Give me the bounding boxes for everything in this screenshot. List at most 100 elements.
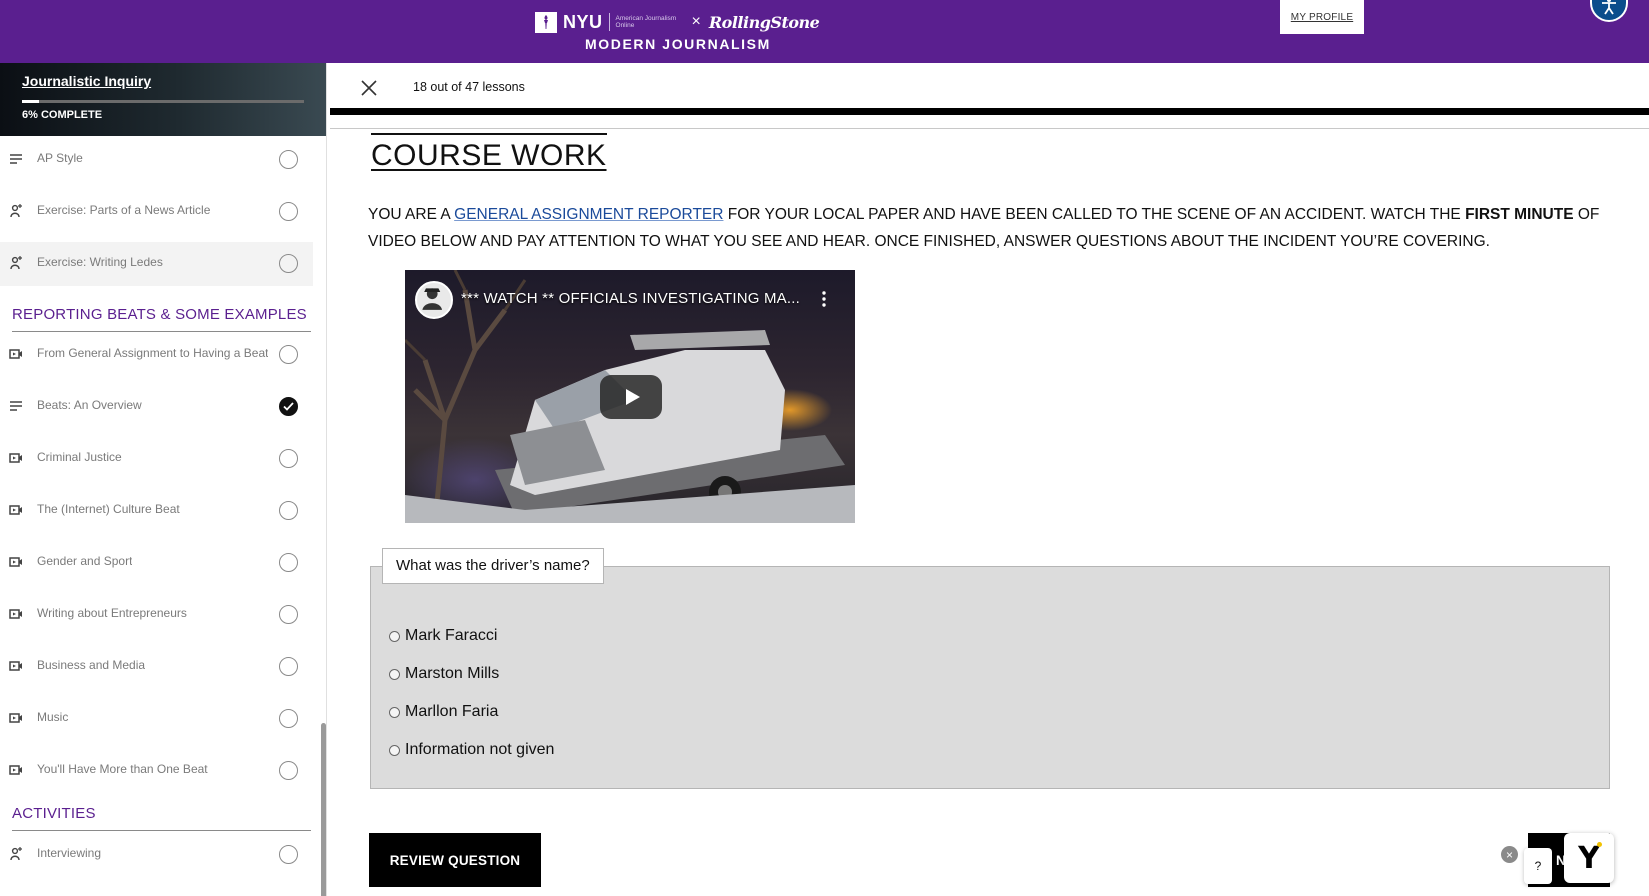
answer-option[interactable]: Mark Faracci	[389, 625, 497, 647]
app: NYU American Journalism Online × Rolling…	[0, 0, 1649, 896]
course-header: Journalistic Inquiry 6% COMPLETE	[0, 63, 326, 136]
more-options-icon[interactable]	[822, 290, 826, 308]
video-lesson-icon	[9, 607, 23, 621]
sidebar-lesson-item[interactable]: Gender and Sport	[0, 541, 313, 585]
sidebar-lesson-item[interactable]: Interviewing	[0, 833, 313, 877]
nyu-text: NYU	[563, 11, 603, 32]
lesson-name: You'll Have More than One Beat	[37, 762, 208, 776]
lesson-name: Criminal Justice	[37, 450, 122, 464]
answer-option[interactable]: Marston Mills	[389, 663, 499, 685]
section-divider	[12, 331, 311, 332]
video-lesson-icon	[9, 763, 23, 777]
video-lesson-icon	[9, 659, 23, 673]
course-progress-bar	[22, 100, 304, 103]
completed-check-icon[interactable]	[279, 397, 298, 416]
radio-button[interactable]	[389, 668, 400, 680]
answer-label: Information not given	[405, 741, 555, 758]
brand-logo[interactable]: NYU American Journalism Online × Rolling…	[535, 8, 825, 58]
video-lesson-icon	[9, 555, 23, 569]
incomplete-circle-icon[interactable]	[279, 709, 298, 728]
close-icon[interactable]	[359, 78, 379, 98]
course-sidebar: Journalistic Inquiry 6% COMPLETE AP Styl…	[0, 63, 327, 896]
chat-widget-button[interactable]: Y	[1564, 833, 1614, 883]
incomplete-circle-icon[interactable]	[279, 605, 298, 624]
accessibility-icon[interactable]	[1590, 0, 1628, 22]
play-icon[interactable]	[600, 375, 662, 419]
sidebar-lesson-item[interactable]: Business and Media	[0, 645, 313, 689]
text-lesson-icon	[9, 152, 23, 166]
incomplete-circle-icon[interactable]	[279, 150, 298, 169]
sidebar-lesson-item[interactable]: Music	[0, 697, 313, 741]
general-assignment-reporter-link[interactable]: GENERAL ASSIGNMENT REPORTER	[454, 206, 723, 223]
page-title: COURSE WORK	[371, 133, 607, 172]
lesson-name: From General Assignment to Having a Beat	[37, 346, 269, 360]
close-widget-icon[interactable]: ×	[1501, 846, 1518, 863]
my-profile-button[interactable]: MY PROFILE	[1280, 0, 1364, 34]
lesson-name: Interviewing	[37, 846, 102, 860]
intro-bold-text: FIRST MINUTE	[1465, 206, 1574, 223]
times-glyph: ×	[691, 13, 701, 30]
answer-option[interactable]: Marllon Faria	[389, 701, 498, 723]
lesson-name: Beats: An Overview	[37, 398, 142, 412]
help-button[interactable]: ?	[1524, 848, 1552, 884]
incomplete-circle-icon[interactable]	[279, 345, 298, 364]
top-header: NYU American Journalism Online × Rolling…	[0, 0, 1649, 63]
channel-avatar[interactable]	[415, 281, 453, 319]
partner-text: American Journalism Online	[615, 15, 677, 29]
rolling-stone-logo: RollingStone	[708, 12, 820, 32]
answer-option[interactable]: Information not given	[389, 739, 554, 761]
video-player[interactable]: *** WATCH ** OFFICIALS INVESTIGATING MA.…	[405, 270, 855, 523]
sidebar-lesson-item[interactable]: You'll Have More than One Beat	[0, 749, 313, 793]
divider	[330, 128, 1649, 129]
incomplete-circle-icon[interactable]	[279, 202, 298, 221]
video-lesson-icon	[9, 347, 23, 361]
answer-label: Marston Mills	[405, 665, 500, 682]
course-progress-label: 6% COMPLETE	[22, 109, 103, 121]
video-lesson-icon	[9, 451, 23, 465]
quiz-question-box: Mark Faracci Marston Mills Marllon Faria In…	[370, 566, 1610, 789]
review-question-button[interactable]: REVIEW QUESTION	[369, 833, 541, 887]
incomplete-circle-icon[interactable]	[279, 657, 298, 676]
lesson-name: Music	[37, 710, 69, 724]
brand-divider	[608, 13, 610, 31]
video-lesson-icon	[9, 711, 23, 725]
incomplete-circle-icon[interactable]	[279, 501, 298, 520]
intro-text: YOU ARE A	[368, 206, 455, 223]
lesson-name: Gender and Sport	[37, 554, 133, 568]
sidebar-lesson-item[interactable]: Writing about Entrepreneurs	[0, 593, 313, 637]
incomplete-circle-icon[interactable]	[279, 845, 298, 864]
lesson-name: Exercise: Parts of a News Article	[37, 203, 211, 217]
answer-label: Marllon Faria	[405, 703, 499, 720]
incomplete-circle-icon[interactable]	[279, 761, 298, 780]
radio-button[interactable]	[389, 744, 400, 756]
section-heading: REPORTING BEATS & SOME EXAMPLES	[12, 306, 307, 323]
sidebar-lesson-item[interactable]: From General Assignment to Having a Beat	[0, 333, 313, 377]
lesson-count: 18 out of 47 lessons	[413, 80, 525, 94]
text-lesson-icon	[9, 399, 23, 413]
sidebar-lesson-item[interactable]: Beats: An Overview	[0, 385, 313, 429]
incomplete-circle-icon[interactable]	[279, 254, 298, 273]
question-label: What was the driver’s name?	[382, 548, 604, 584]
section-heading: ACTIVITIES	[12, 805, 96, 822]
sidebar-lesson-item[interactable]: The (Internet) Culture Beat	[0, 489, 313, 533]
video-title: *** WATCH ** OFFICIALS INVESTIGATING MA.…	[461, 290, 800, 307]
lesson-progress-bar	[330, 108, 1649, 115]
radio-button[interactable]	[389, 630, 400, 642]
course-progress-fill	[22, 100, 39, 103]
sidebar-lesson-item[interactable]: Exercise: Writing Ledes	[0, 242, 313, 286]
sidebar-lesson-item[interactable]: AP Style	[0, 138, 313, 182]
sidebar-lesson-item[interactable]: Exercise: Parts of a News Article	[0, 190, 313, 234]
widget-dot	[1597, 842, 1602, 847]
brand-subtitle: MODERN JOURNALISM	[585, 36, 771, 52]
brand-row: NYU American Journalism Online × Rolling…	[535, 10, 820, 34]
incomplete-circle-icon[interactable]	[279, 449, 298, 468]
sidebar-scrollbar[interactable]	[321, 723, 326, 896]
sidebar-lesson-item[interactable]: Criminal Justice	[0, 437, 313, 481]
course-title-link[interactable]: Journalistic Inquiry	[22, 73, 151, 89]
lesson-name: Exercise: Writing Ledes	[37, 255, 163, 269]
exercise-icon	[9, 847, 23, 861]
video-lesson-icon	[9, 503, 23, 517]
radio-button[interactable]	[389, 706, 400, 718]
incomplete-circle-icon[interactable]	[279, 553, 298, 572]
section-divider	[12, 830, 311, 831]
